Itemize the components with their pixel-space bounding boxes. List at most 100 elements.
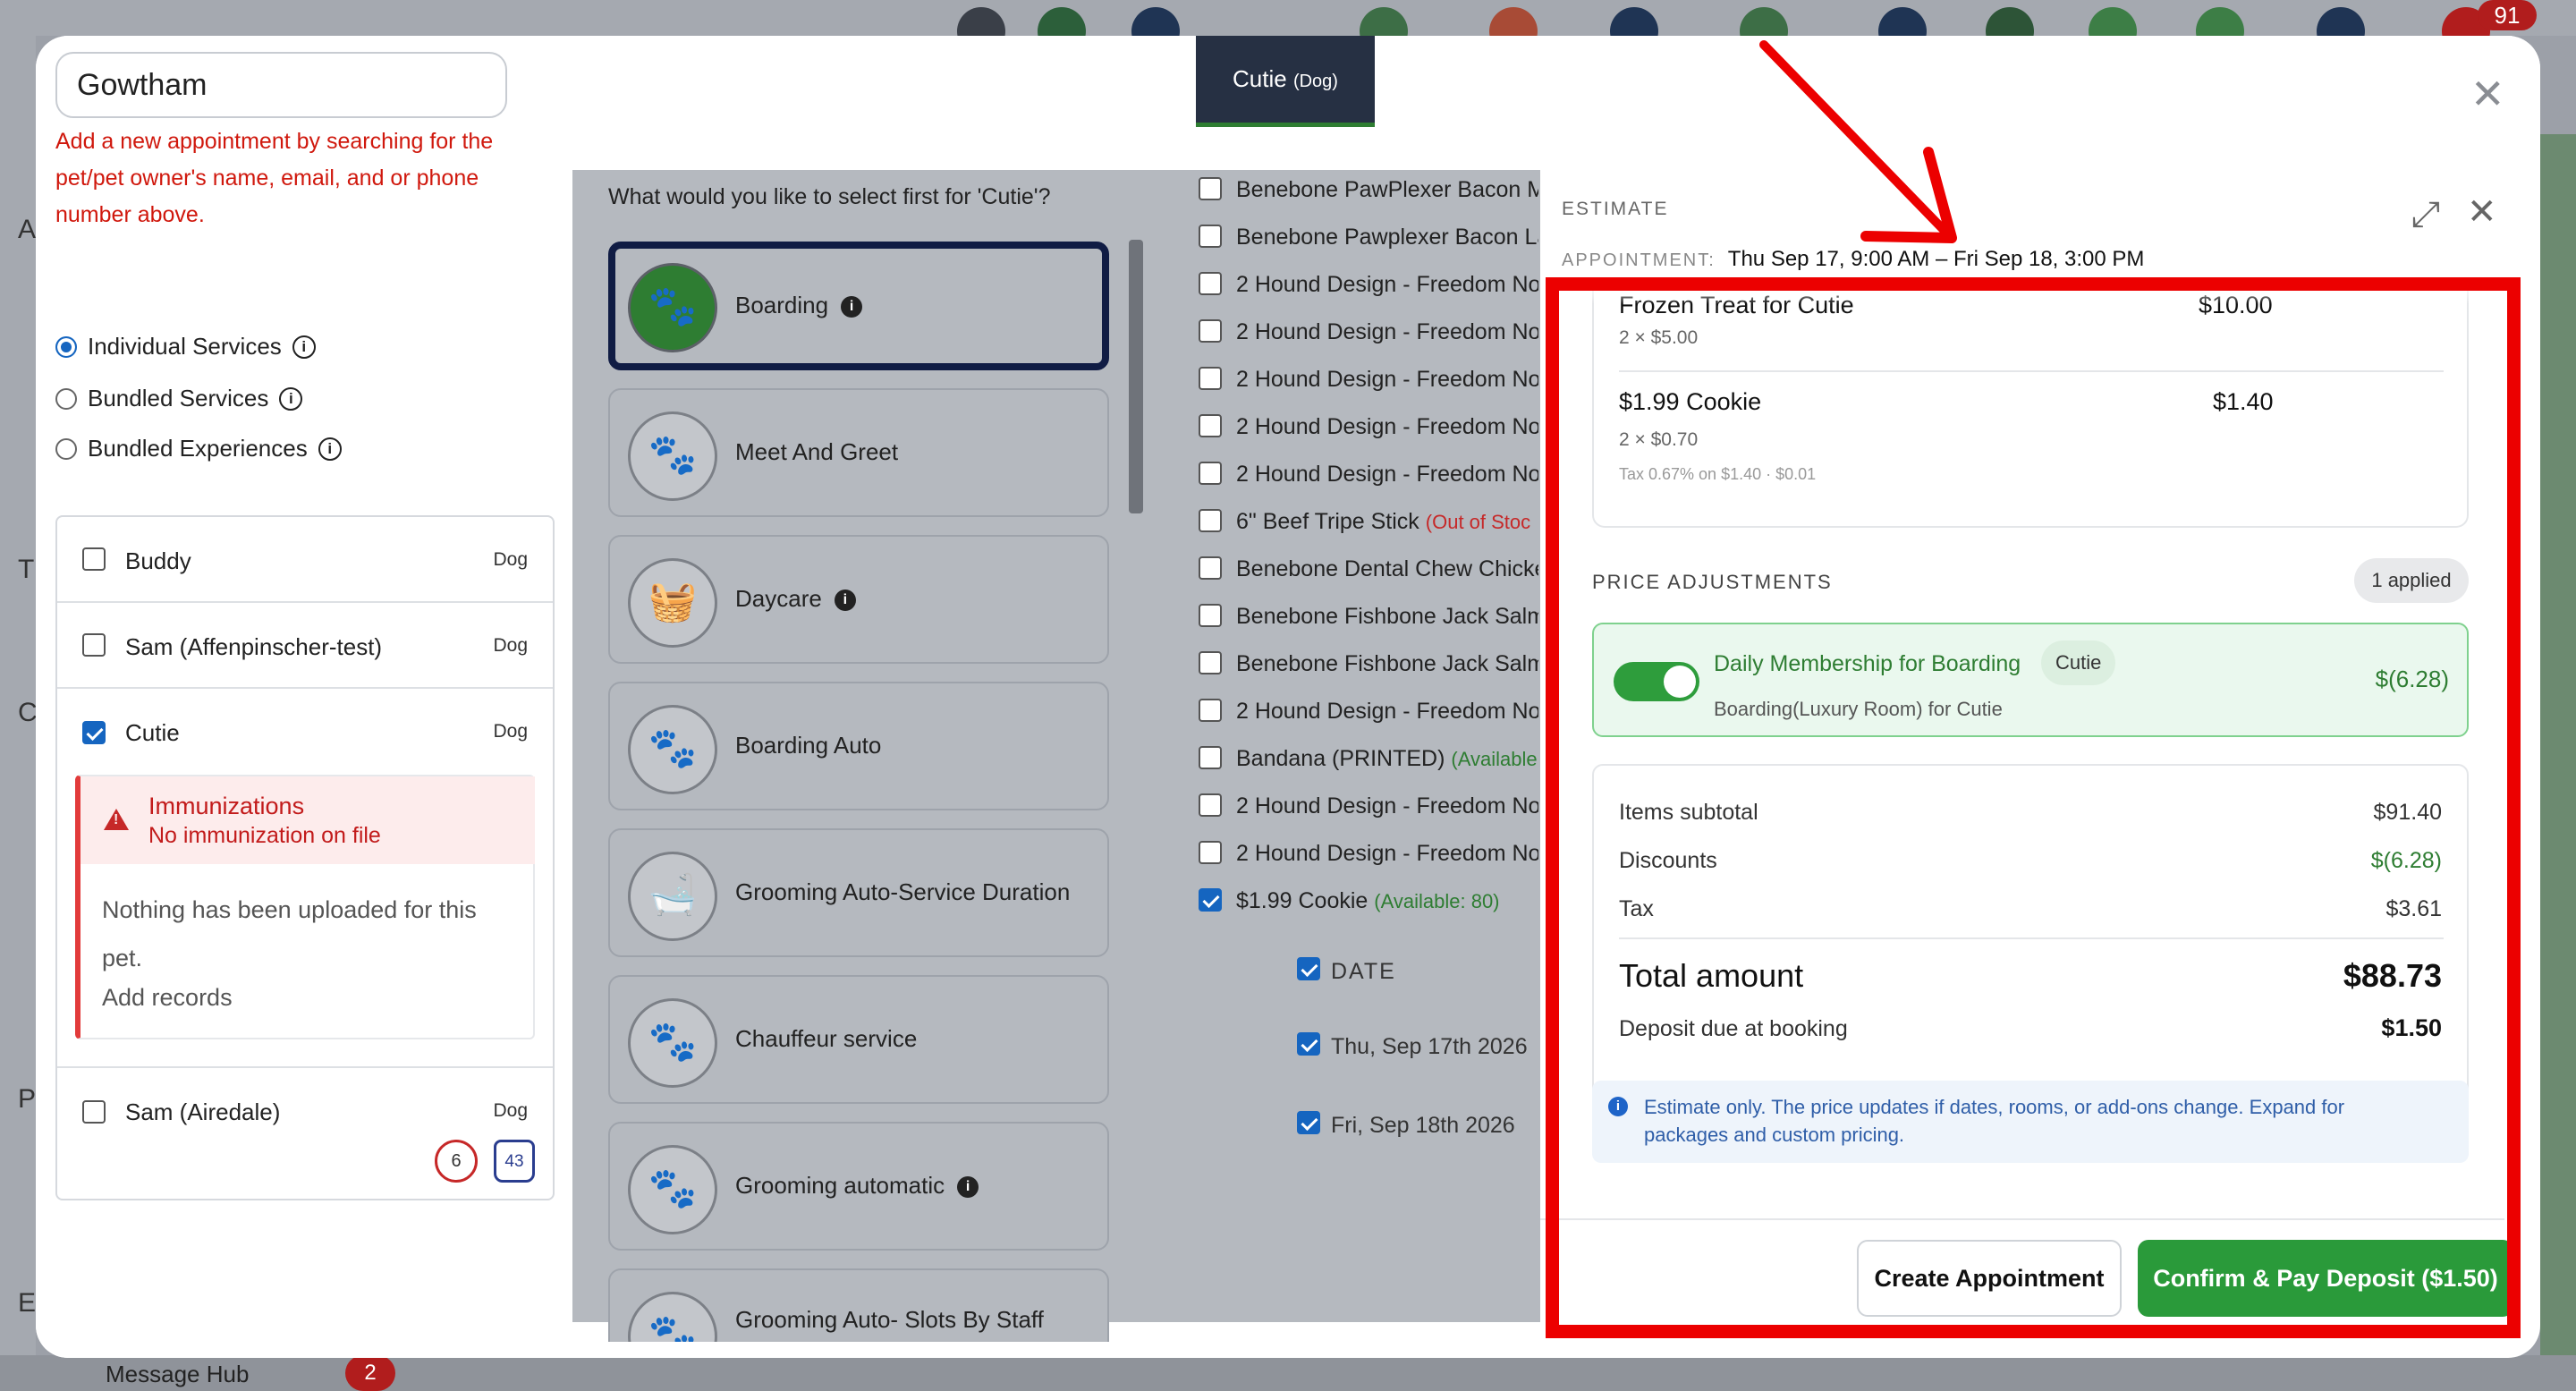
product-name: 2 Hound Design - Freedom No xyxy=(1236,319,1538,344)
product-checkbox[interactable] xyxy=(1199,177,1222,200)
service-card-chauffeur[interactable]: 🐾 Chauffeur service xyxy=(608,975,1109,1104)
info-icon[interactable]: i xyxy=(318,437,342,461)
product-item[interactable]: $1.99 Cookie (Available: 80) xyxy=(1199,885,1538,920)
product-checkbox[interactable] xyxy=(1199,604,1222,627)
product-checkbox[interactable] xyxy=(1199,225,1222,248)
product-item[interactable]: Benebone Dental Chew Chicke xyxy=(1199,553,1538,589)
service-card-grooming-slots-by-staff[interactable]: 🐾 Grooming Auto- Slots By Staff xyxy=(608,1268,1109,1342)
pet-checkbox[interactable] xyxy=(82,633,106,657)
product-checkbox[interactable] xyxy=(1199,272,1222,295)
product-item[interactable]: Benebone PawPlexer Bacon M xyxy=(1199,174,1538,209)
immunization-body: Nothing has been uploaded for this pet. xyxy=(102,896,477,971)
product-item[interactable]: 2 Hound Design - Freedom No xyxy=(1199,458,1538,494)
info-icon[interactable]: i xyxy=(279,386,303,411)
product-item[interactable]: 6" Beef Tripe Stick (Out of Stoc xyxy=(1199,505,1538,541)
tab-pet-species: (Dog) xyxy=(1292,72,1338,91)
product-item[interactable]: 2 Hound Design - Freedom No xyxy=(1199,411,1538,446)
date-select-all-checkbox[interactable] xyxy=(1297,957,1320,980)
tab-cutie[interactable]: Cutie (Dog) xyxy=(1196,36,1375,127)
product-checkbox[interactable] xyxy=(1199,888,1222,912)
pet-row-sam-affenpinscher[interactable]: Sam (Affenpinscher-test) Dog xyxy=(57,603,553,689)
immunization-title: Immunizations xyxy=(148,793,305,819)
product-item[interactable]: Benebone Fishbone Jack Salmo xyxy=(1199,600,1538,636)
visit-count-icon[interactable]: 6 xyxy=(435,1140,478,1183)
pet-search-input[interactable] xyxy=(55,52,507,118)
product-name: Benebone Pawplexer Bacon La xyxy=(1236,225,1538,250)
pet-checkbox[interactable] xyxy=(82,1100,106,1124)
product-checkbox[interactable] xyxy=(1199,793,1222,817)
product-checkbox[interactable] xyxy=(1199,699,1222,722)
service-card-grooming-auto-duration[interactable]: 🛁 Grooming Auto-Service Duration xyxy=(608,828,1109,957)
date-label: Thu, Sep 17th 2026 xyxy=(1331,1034,1528,1059)
date-header-label: DATE xyxy=(1331,959,1396,984)
pet-row-sam-airedale[interactable]: Sam (Airedale) Dog 6 43 xyxy=(57,1068,553,1199)
product-checkbox[interactable] xyxy=(1199,509,1222,532)
modal-close-icon[interactable]: ✕ xyxy=(2470,70,2505,118)
service-name: Boarding i xyxy=(735,292,863,319)
date-checkbox[interactable] xyxy=(1297,1111,1320,1134)
product-checkbox[interactable] xyxy=(1199,319,1222,343)
service-list-scrollbar[interactable] xyxy=(1129,240,1143,513)
info-icon[interactable]: i xyxy=(834,589,856,612)
product-checkbox[interactable] xyxy=(1199,414,1222,437)
notification-badge: 91 xyxy=(2478,0,2537,30)
product-item[interactable]: 2 Hound Design - Freedom No xyxy=(1199,790,1538,826)
estimate-title: ESTIMATE xyxy=(1562,199,1669,219)
radio-button[interactable] xyxy=(55,335,77,358)
paw-icon: 🐾 xyxy=(628,411,717,501)
sidebar-letter: C xyxy=(18,698,38,727)
service-card-boarding-auto[interactable]: 🐾 Boarding Auto xyxy=(608,682,1109,810)
service-card-meet-and-greet[interactable]: 🐾 Meet And Greet xyxy=(608,388,1109,517)
radio-individual-services[interactable]: Individual Services i xyxy=(55,333,316,360)
radio-button[interactable] xyxy=(55,437,77,460)
product-checkbox[interactable] xyxy=(1199,841,1222,864)
background-right-strip xyxy=(2540,134,2576,1391)
bag-weight-icon[interactable]: 43 xyxy=(494,1140,535,1183)
product-item[interactable]: 2 Hound Design - Freedom No xyxy=(1199,695,1538,731)
radio-bundled-experiences[interactable]: Bundled Experiences i xyxy=(55,435,342,462)
service-card-boarding[interactable]: 🐾 Boarding i xyxy=(608,242,1109,370)
product-item[interactable]: 2 Hound Design - Freedom No xyxy=(1199,363,1538,399)
service-name: Grooming Auto-Service Duration xyxy=(735,878,1071,905)
pet-species: Dog xyxy=(493,635,528,656)
message-hub-label: Message Hub xyxy=(106,1361,250,1387)
product-checkbox[interactable] xyxy=(1199,651,1222,674)
stock-status: (Available: xyxy=(1451,748,1538,770)
product-checkbox[interactable] xyxy=(1199,556,1222,580)
info-icon[interactable]: i xyxy=(957,1176,979,1199)
service-card-daycare[interactable]: 🧺 Daycare i xyxy=(608,535,1109,664)
pet-species: Dog xyxy=(493,1100,528,1121)
add-records-link[interactable]: Add records xyxy=(102,984,233,1012)
info-icon[interactable]: i xyxy=(292,335,316,359)
product-checkbox[interactable] xyxy=(1199,746,1222,769)
grooming-icon: 🛁 xyxy=(628,852,717,941)
radio-bundled-services[interactable]: Bundled Services i xyxy=(55,385,303,412)
paw-icon: 🐾 xyxy=(628,1292,717,1342)
warning-icon xyxy=(104,809,129,830)
background-toolbar: 91 xyxy=(0,0,2576,55)
pet-checkbox[interactable] xyxy=(82,547,106,571)
pet-row-buddy[interactable]: Buddy Dog xyxy=(57,517,553,603)
product-item[interactable]: 2 Hound Design - Freedom No xyxy=(1199,837,1538,873)
radio-label: Bundled Services xyxy=(88,385,269,411)
product-item[interactable]: 2 Hound Design - Freedom No xyxy=(1199,316,1538,352)
service-card-grooming-automatic[interactable]: 🐾 Grooming automatic i xyxy=(608,1122,1109,1251)
radio-button[interactable] xyxy=(55,387,77,410)
product-item[interactable]: 2 Hound Design - Freedom No xyxy=(1199,268,1538,304)
info-icon[interactable]: i xyxy=(841,296,863,318)
background-sidebar: A T C P E xyxy=(0,0,38,1391)
expand-icon[interactable]: ⤢ xyxy=(2411,195,2440,235)
estimate-close-icon[interactable]: ✕ xyxy=(2467,191,2497,233)
radio-label: Individual Services xyxy=(88,333,282,360)
modal-header xyxy=(572,36,2540,170)
product-item[interactable]: Benebone Pawplexer Bacon La xyxy=(1199,221,1538,257)
product-item[interactable]: Benebone Fishbone Jack Salmo xyxy=(1199,648,1538,683)
date-checkbox[interactable] xyxy=(1297,1032,1320,1056)
product-name: 2 Hound Design - Freedom No xyxy=(1236,462,1538,487)
pet-checkbox[interactable] xyxy=(82,721,106,744)
product-checkbox[interactable] xyxy=(1199,367,1222,390)
product-checkbox[interactable] xyxy=(1199,462,1222,485)
product-item[interactable]: Bandana (PRINTED) (Available: xyxy=(1199,742,1538,778)
product-name: 2 Hound Design - Freedom No xyxy=(1236,272,1538,297)
product-name: 2 Hound Design - Freedom No xyxy=(1236,699,1538,724)
